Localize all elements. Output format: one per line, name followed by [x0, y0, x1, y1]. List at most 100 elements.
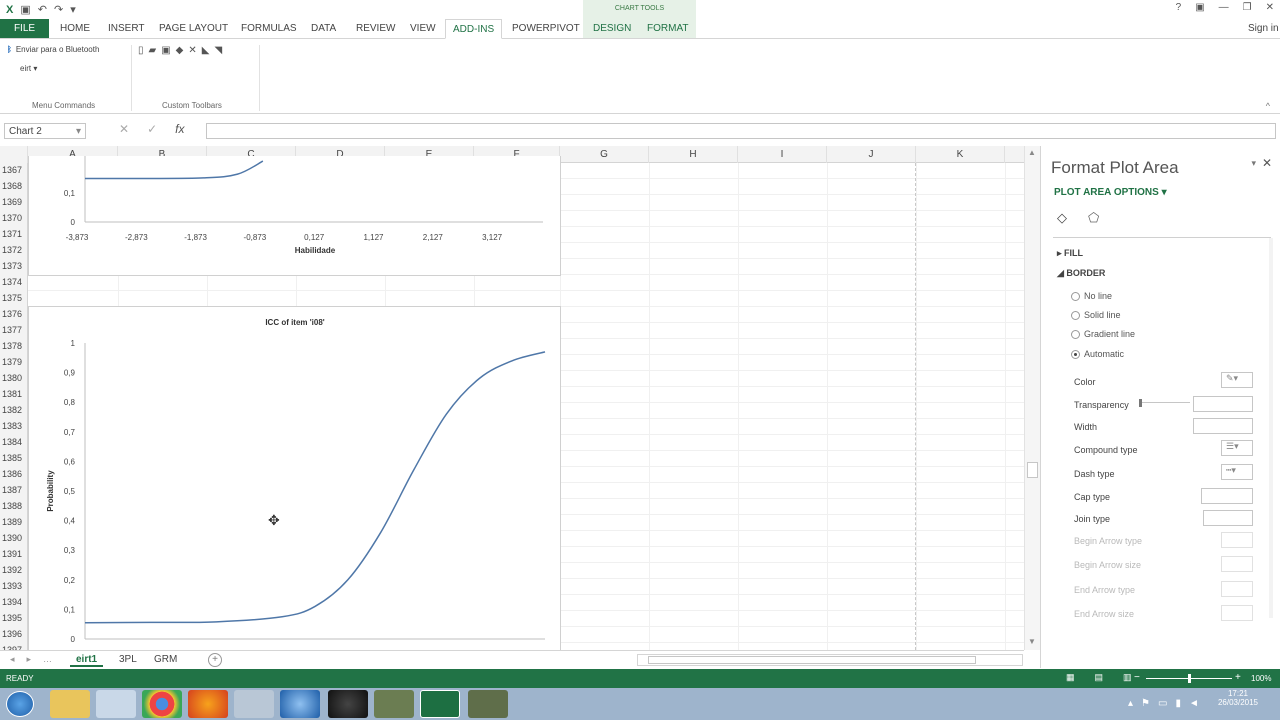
cancel-icon[interactable]: ✕	[119, 122, 129, 136]
taskbar-app-icon[interactable]	[280, 690, 320, 718]
row-header[interactable]: 1395	[0, 611, 28, 627]
tray-monitor-icon[interactable]: ▭	[1158, 698, 1167, 709]
taskbar-app-icon-3[interactable]	[468, 690, 508, 718]
row-header[interactable]: 1368	[0, 179, 28, 195]
taskbar-obs-icon[interactable]	[328, 690, 368, 718]
taskbar-app-icon-2[interactable]	[374, 690, 414, 718]
tab-design[interactable]: DESIGN	[593, 19, 631, 38]
begin-arrow-size-dropdown[interactable]	[1221, 556, 1253, 572]
taskbar-firefox-icon[interactable]	[188, 690, 228, 718]
row-header[interactable]: 1374	[0, 275, 28, 291]
h-scroll-thumb[interactable]	[648, 656, 976, 664]
tab-home[interactable]: HOME	[60, 19, 90, 38]
tray-flag-icon[interactable]: ⚑	[1141, 698, 1150, 709]
row-header[interactable]: 1391	[0, 547, 28, 563]
color-picker[interactable]: ✎▾	[1221, 372, 1253, 388]
width-spinner[interactable]	[1193, 418, 1253, 434]
page-break-view-icon[interactable]: ▥	[1123, 672, 1132, 683]
tab-view[interactable]: VIEW	[410, 19, 436, 38]
row-header[interactable]: 1383	[0, 419, 28, 435]
formula-input[interactable]	[206, 123, 1276, 139]
taskbar-paint-icon[interactable]	[234, 690, 274, 718]
taskbar-excel-icon[interactable]	[420, 690, 460, 718]
plot-area-options-dropdown[interactable]: PLOT AREA OPTIONS ▾	[1054, 187, 1167, 198]
restore-button[interactable]: ❐	[1243, 2, 1252, 13]
row-header[interactable]: 1371	[0, 227, 28, 243]
help-icon[interactable]: ?	[1176, 2, 1182, 13]
tray-volume-icon[interactable]: ◄	[1189, 698, 1199, 709]
toolbar-icon-2[interactable]: ▰	[149, 45, 157, 56]
print-icon[interactable]: ▣	[161, 45, 170, 56]
scroll-up-icon[interactable]: ▲	[1028, 148, 1036, 157]
compound-type-dropdown[interactable]: ☰▾	[1221, 440, 1253, 456]
col-header-j[interactable]: J	[827, 146, 916, 163]
tab-powerpivot[interactable]: POWERPIVOT	[512, 19, 580, 38]
sheet-tab-3pl[interactable]: 3PL	[113, 652, 143, 667]
dash-type-dropdown[interactable]: ┅▾	[1221, 464, 1253, 480]
tab-insert[interactable]: INSERT	[108, 19, 145, 38]
tools-icon[interactable]: ✕	[188, 45, 196, 56]
radio-automatic[interactable]: Automatic	[1071, 349, 1124, 359]
normal-view-icon[interactable]: ▦	[1066, 672, 1075, 683]
radio-solid-line[interactable]: Solid line	[1071, 310, 1121, 320]
horizontal-scrollbar[interactable]	[637, 654, 1023, 666]
row-header[interactable]: 1393	[0, 579, 28, 595]
row-header[interactable]: 1372	[0, 243, 28, 259]
row-header[interactable]: 1394	[0, 595, 28, 611]
row-header[interactable]: 1385	[0, 451, 28, 467]
transparency-slider-thumb[interactable]	[1139, 399, 1142, 407]
row-header[interactable]: 1396	[0, 627, 28, 643]
radio-no-line[interactable]: No line	[1071, 291, 1112, 301]
row-header[interactable]: 1378	[0, 339, 28, 355]
worksheet-grid[interactable]: A B C D E F G H I J K 1367 1368 1369 1370 13…	[0, 146, 1024, 650]
ribbon-display-icon[interactable]: ▣	[1195, 2, 1204, 13]
scroll-thumb[interactable]	[1027, 462, 1038, 478]
row-header[interactable]: 1370	[0, 211, 28, 227]
chart-habilidade[interactable]: 0 0,1 -3,873 -2,873 -1,873 -0,873 0,127 1,127 2,…	[28, 156, 561, 276]
tab-page-layout[interactable]: PAGE LAYOUT	[159, 19, 228, 38]
col-header-h[interactable]: H	[649, 146, 738, 163]
begin-arrow-type-dropdown[interactable]	[1221, 532, 1253, 548]
taskbar-notepad-icon[interactable]	[96, 690, 136, 718]
row-header[interactable]: 1384	[0, 435, 28, 451]
row-header[interactable]: 1381	[0, 387, 28, 403]
minimize-button[interactable]: —	[1219, 2, 1229, 13]
row-header[interactable]: 1382	[0, 403, 28, 419]
bluetooth-menu-item[interactable]: ᛒ Enviar para o Bluetooth	[7, 45, 99, 54]
zoom-out-icon[interactable]: −	[1134, 672, 1140, 683]
transparency-slider[interactable]	[1140, 402, 1190, 403]
add-sheet-button[interactable]: +	[208, 653, 222, 667]
tab-review[interactable]: REVIEW	[356, 19, 395, 38]
row-header[interactable]: 1369	[0, 195, 28, 211]
row-header[interactable]: 1392	[0, 563, 28, 579]
new-doc-icon[interactable]: ▯	[138, 45, 144, 56]
tab-formulas[interactable]: FORMULAS	[241, 19, 297, 38]
taskbar-explorer-icon[interactable]	[50, 690, 90, 718]
taskbar-chrome-icon[interactable]	[142, 690, 182, 718]
zoom-level[interactable]: 100%	[1251, 674, 1271, 683]
sheet-tab-grm[interactable]: GRM	[148, 652, 183, 667]
sheet-nav-icons[interactable]: ◂▸…	[10, 654, 64, 665]
clock[interactable]: 17:21 26/03/2015	[1210, 689, 1266, 707]
chart-icc-i08[interactable]: ICC of item 'i08' 0 0,1 0,2 0,3 0,4 0,5 0,6 0,7 0…	[28, 306, 561, 650]
row-header[interactable]: 1387	[0, 483, 28, 499]
page-layout-view-icon[interactable]: ▤	[1095, 672, 1104, 683]
select-all-corner[interactable]	[0, 146, 28, 163]
pane-scrollbar[interactable]	[1269, 238, 1273, 618]
vertical-scrollbar[interactable]: ▲ ▼	[1024, 146, 1040, 650]
tray-arrow-icon[interactable]: ▴	[1128, 698, 1133, 709]
transparency-spinner[interactable]	[1193, 396, 1253, 412]
join-type-dropdown[interactable]	[1203, 510, 1253, 526]
tab-file[interactable]: FILE	[0, 19, 49, 38]
effects-icon[interactable]: ⬠	[1088, 210, 1099, 226]
sheet-tab-eirt1[interactable]: eirt1	[70, 652, 104, 667]
row-header[interactable]: 1379	[0, 355, 28, 371]
tab-add-ins[interactable]: ADD-INS	[445, 19, 503, 39]
zoom-in-icon[interactable]: +	[1235, 672, 1241, 683]
col-header-g[interactable]: G	[560, 146, 649, 163]
close-pane-icon[interactable]: ✕	[1262, 156, 1272, 170]
end-arrow-size-dropdown[interactable]	[1221, 605, 1253, 621]
tray-network-icon[interactable]: ▮	[1175, 698, 1181, 709]
tab-data[interactable]: DATA	[311, 19, 336, 38]
col-header-k[interactable]: K	[916, 146, 1005, 163]
